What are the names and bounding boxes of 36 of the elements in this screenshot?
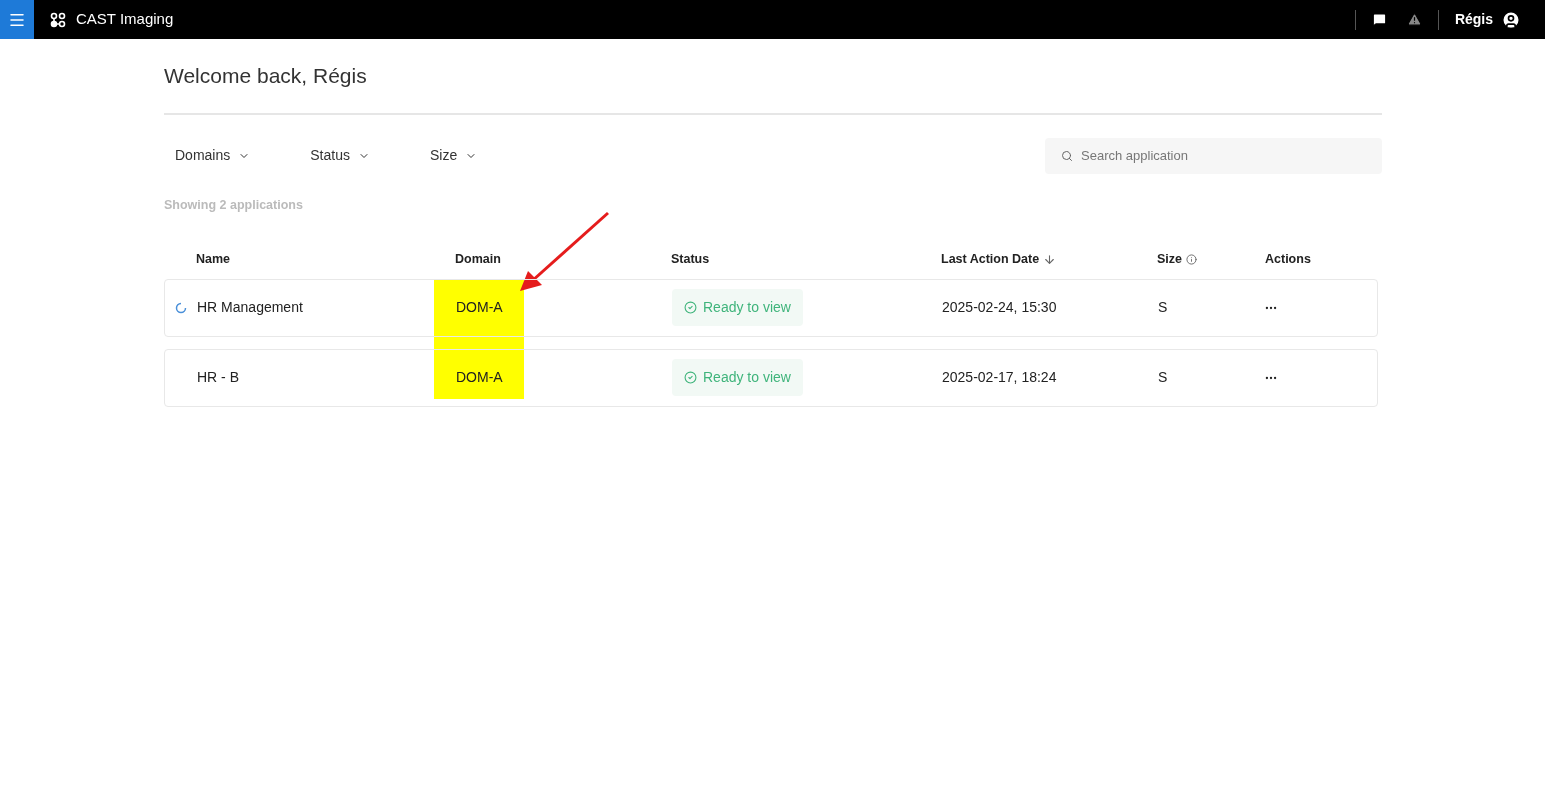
column-header: Size (1157, 251, 1182, 269)
message-icon[interactable] (1371, 12, 1387, 27)
last-action-date: 2025-02-17, 18:24 (942, 369, 1057, 386)
search-icon (1061, 149, 1073, 162)
user-avatar-icon[interactable] (1501, 9, 1521, 30)
status-chip: Ready to view (672, 289, 803, 327)
column-header: Actions (1265, 251, 1311, 269)
menu-button[interactable] (0, 0, 34, 39)
info-icon[interactable] (1186, 254, 1197, 266)
search-field[interactable]: Search application (1045, 137, 1382, 174)
column-header: Status (671, 251, 710, 269)
application-row[interactable]: HR - B DOM-A Ready to view 2025-02-17, 18:24 S (164, 348, 1378, 407)
status-chip: Ready to view (672, 359, 803, 397)
app-name: CAST Imaging (76, 9, 174, 30)
domain-text: DOM-A (456, 369, 503, 386)
welcome-title: Welcome back, Régis (164, 63, 368, 89)
nodes-logo-icon (50, 11, 66, 28)
filter-dropdown[interactable]: Domains (164, 137, 262, 174)
column-header: Domain (455, 251, 501, 269)
size-text: S (1158, 369, 1168, 386)
size-text: S (1158, 299, 1168, 316)
domain-text: DOM-A (456, 299, 503, 316)
sort-arrow-icon[interactable] (1043, 253, 1057, 267)
filter-dropdown[interactable]: Size (418, 137, 489, 174)
application-name: HR Management (197, 298, 303, 318)
check-circle-icon (684, 371, 697, 385)
filter-dropdown[interactable]: Status (299, 137, 381, 174)
application-row[interactable]: HR Management DOM-A Ready to view 2025-02-24, 15:30 S (164, 278, 1378, 337)
user-name[interactable]: Régis (1454, 9, 1493, 30)
application-name: HR - B (197, 368, 239, 388)
column-header[interactable]: Last Action Date (941, 250, 1040, 270)
warning-icon[interactable] (1406, 12, 1422, 27)
column-header: Name (196, 251, 231, 269)
check-circle-icon (684, 301, 697, 315)
last-action-date: 2025-02-24, 15:30 (942, 299, 1057, 316)
results-count: Showing 2 applications (164, 197, 304, 214)
